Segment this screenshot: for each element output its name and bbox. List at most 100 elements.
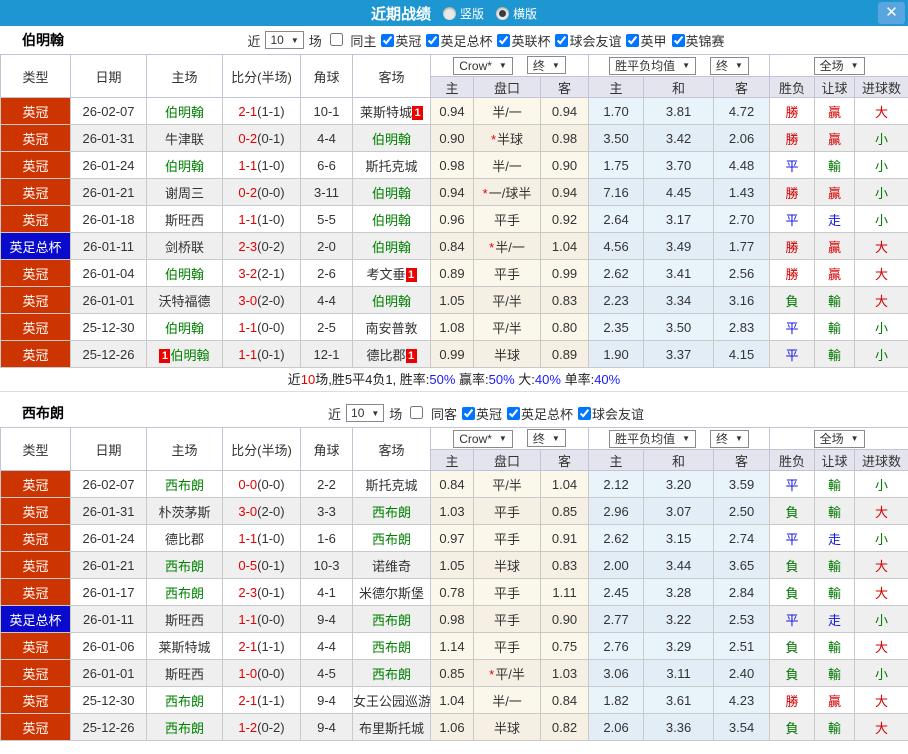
mean-stage-select[interactable]: 终 ▼ — [710, 429, 749, 448]
match-count-select[interactable]: 10 ▼ — [346, 404, 385, 422]
col-result-goals: 进球数 — [854, 76, 908, 98]
same-venue-checkbox[interactable]: 同客 — [402, 404, 457, 423]
away-team-name: 西布朗 — [371, 639, 411, 655]
handicap: 半/一 — [473, 686, 541, 714]
checkbox-icon[interactable] — [626, 33, 640, 47]
handicap-line: 平手 — [493, 585, 520, 601]
competition-filter-checkbox[interactable]: 英冠 — [459, 404, 502, 423]
bookmaker-select[interactable]: Crow* ▼ — [453, 429, 513, 448]
handicap-line: 半/一 — [492, 693, 522, 709]
home-team: 斯旺西 — [146, 205, 223, 233]
result-goals: 大 — [854, 686, 908, 714]
odds-away: 0.90 — [539, 605, 590, 633]
checkbox-icon[interactable] — [577, 406, 591, 420]
full-time-score: 0-0 — [238, 476, 258, 492]
layout-radio-vertical[interactable]: 竖版 — [442, 5, 484, 22]
full-match-select[interactable]: 全场 ▼ — [813, 56, 865, 75]
wdl-mean-select[interactable]: 胜平负均值 ▼ — [609, 56, 697, 75]
corner-count: 10-1 — [300, 97, 353, 125]
full-time-score: 1-1 — [238, 157, 258, 173]
away-team: 西布朗 — [352, 632, 431, 660]
near-label: 近 — [247, 33, 261, 49]
home-team: 伯明翰 — [146, 151, 223, 179]
result-wdl: 勝 — [769, 232, 816, 260]
home-team-name: 牛津联 — [164, 131, 204, 147]
checkbox-icon[interactable] — [381, 33, 395, 47]
record-summary: 近10场,胜5平4负1, 胜率:50% 赢率:50% 大:40% 单率:40% — [0, 368, 908, 392]
mean-home: 1.82 — [588, 686, 645, 714]
competition-filter-checkbox[interactable]: 英锦赛 — [669, 31, 725, 50]
radio-icon[interactable] — [442, 6, 456, 20]
handicap-line: 一/球半 — [488, 185, 532, 201]
mean-away: 3.65 — [713, 551, 771, 579]
handicap-line: 平手 — [493, 212, 520, 228]
team-name: 伯明翰 — [22, 32, 64, 48]
match-row: 英冠 26-01-06 莱斯特城 2-1(1-1) 4-4 西布朗 1.14 平手 0.75 2.… — [0, 632, 908, 660]
competition-filter-label: 英锦赛 — [685, 33, 725, 49]
full-time-score: 1-0 — [238, 665, 258, 681]
matches-table: 类型 日期 主场 比分(半场) 角球 客场 Crow* ▼ 终 ▼ 胜平负均值 ▼ 终 ▼ … — [0, 427, 908, 741]
handicap: 平手 — [473, 632, 541, 660]
checkbox-icon[interactable] — [555, 33, 569, 47]
layout-radio-horizontal[interactable]: 横版 — [496, 5, 537, 22]
corner-count: 9-4 — [300, 713, 353, 741]
col-mean-home: 主 — [588, 76, 645, 98]
checkbox-icon[interactable] — [426, 33, 440, 47]
competition-filter-checkbox[interactable]: 英冠 — [378, 31, 421, 50]
corner-count: 4-1 — [300, 578, 353, 606]
full-time-score: 1-1 — [238, 530, 258, 546]
handicap: *半/一 — [473, 232, 541, 260]
checkbox-icon[interactable] — [410, 405, 424, 419]
competition-filter-checkbox[interactable]: 英足总杯 — [504, 404, 573, 423]
match-count-select[interactable]: 10 ▼ — [265, 31, 304, 49]
corner-count: 4-4 — [300, 286, 353, 314]
competition-filter-checkbox[interactable]: 英足总杯 — [423, 31, 492, 50]
handicap: 半球 — [473, 713, 541, 741]
wdl-mean-select[interactable]: 胜平负均值 ▼ — [609, 429, 697, 448]
bookmaker-select[interactable]: Crow* ▼ — [453, 56, 513, 75]
competition-filter-checkbox[interactable]: 英甲 — [623, 31, 667, 50]
competition-filter-checkbox[interactable]: 球会友谊 — [552, 31, 621, 50]
checkbox-icon[interactable] — [461, 406, 475, 420]
mean-home: 3.50 — [588, 124, 645, 152]
odds-home: 0.90 — [430, 124, 474, 152]
away-team-name: 斯托克城 — [365, 477, 418, 493]
corner-count: 12-1 — [300, 340, 353, 368]
checkbox-icon[interactable] — [497, 33, 511, 47]
competition-badge: 英冠 — [0, 497, 71, 525]
same-venue-checkbox[interactable]: 同主 — [322, 31, 376, 50]
close-button[interactable]: ✕ — [878, 2, 905, 24]
result-wdl: 平 — [769, 313, 816, 341]
competition-badge: 英冠 — [0, 205, 71, 233]
summary-segment: 50% — [488, 372, 515, 387]
competition-filter-checkbox[interactable]: 英联杯 — [494, 31, 550, 50]
handicap-star-icon: * — [489, 239, 495, 255]
competition-filter-checkbox[interactable]: 球会友谊 — [575, 404, 644, 423]
odds-stage-select[interactable]: 终 ▼ — [526, 429, 566, 448]
summary-segment: 40% — [534, 372, 561, 387]
full-match-select[interactable]: 全场 ▼ — [813, 429, 865, 448]
away-team: 米德尔斯堡 — [352, 578, 431, 606]
away-team-name: 斯托克城 — [365, 158, 418, 174]
odds-home: 0.94 — [430, 178, 474, 206]
home-team: 谢周三 — [146, 178, 223, 206]
checkbox-icon[interactable] — [329, 32, 343, 46]
competition-filter-label: 英冠 — [395, 33, 422, 49]
mean-away: 2.70 — [713, 205, 771, 233]
full-time-score: 1-1 — [238, 346, 258, 362]
red-card-badge: 1 — [159, 348, 171, 363]
match-date: 25-12-30 — [70, 313, 147, 341]
result-goals: 小 — [854, 151, 908, 179]
score: 1-2(0-2) — [222, 713, 301, 741]
odds-stage-select[interactable]: 终 ▼ — [526, 56, 566, 75]
odds-home: 0.85 — [430, 659, 474, 687]
home-team-name: 西布朗 — [164, 720, 204, 736]
chevron-down-icon: ▼ — [735, 61, 743, 70]
checkbox-icon[interactable] — [671, 33, 685, 47]
col-result-handicap: 让球 — [814, 76, 856, 98]
mean-stage-select[interactable]: 终 ▼ — [710, 56, 749, 75]
odds-home: 0.94 — [430, 97, 474, 125]
checkbox-icon[interactable] — [506, 406, 520, 420]
radio-selected-icon[interactable] — [496, 6, 509, 20]
mean-draw: 3.37 — [643, 340, 715, 368]
